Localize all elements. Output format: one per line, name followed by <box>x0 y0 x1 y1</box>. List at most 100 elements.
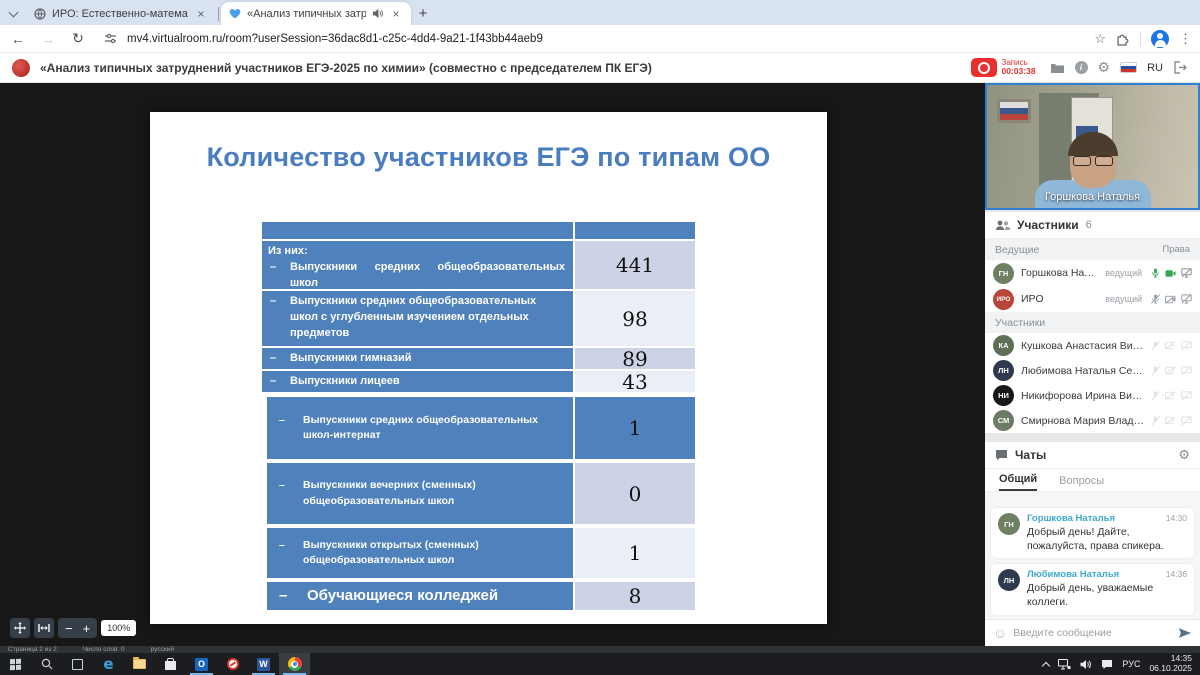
row-value: 1 <box>575 528 695 578</box>
camera-off-icon[interactable] <box>1165 366 1176 375</box>
network-icon[interactable] <box>1058 659 1071 670</box>
zoom-out-button[interactable]: − <box>65 621 73 636</box>
tab-search-button[interactable] <box>0 3 26 25</box>
pan-button[interactable] <box>10 618 30 638</box>
taskbar-search-button[interactable] <box>31 653 62 675</box>
chat-tab-general[interactable]: Общий <box>999 473 1037 491</box>
tune-icon <box>104 32 117 45</box>
rights-label[interactable]: Права <box>1162 244 1190 255</box>
camera-off-icon[interactable] <box>1165 416 1176 425</box>
taskbar-explorer[interactable] <box>124 653 155 675</box>
message-author: Горшкова Наталья <box>1027 513 1115 524</box>
taskbar: e O W РУС 14:35 06.10.2025 <box>0 653 1200 675</box>
tray-language[interactable]: РУС <box>1122 659 1140 669</box>
search-icon <box>41 658 53 670</box>
participant-name: Никифорова Ирина Викторовна <box>1021 390 1144 402</box>
row-label: Обучающиеся колледжей <box>307 585 498 607</box>
files-button[interactable] <box>1050 62 1065 74</box>
word-language: русский <box>151 646 174 653</box>
zoom-in-button[interactable]: + <box>83 621 91 636</box>
record-indicator[interactable]: Запись 00:03:38 <box>971 58 1036 77</box>
zoom-level[interactable]: 100% <box>101 620 136 636</box>
browser-menu-icon[interactable]: ⋮ <box>1179 31 1192 47</box>
mic-on-icon[interactable] <box>1151 268 1160 278</box>
start-button[interactable] <box>0 653 31 675</box>
send-icon[interactable] <box>1178 627 1192 639</box>
speaker-video-tile[interactable]: Горшкова Наталья <box>985 83 1200 210</box>
reload-button[interactable]: ↻ <box>68 30 88 47</box>
mic-off-icon[interactable] <box>1151 341 1160 351</box>
folder-icon <box>1050 62 1065 74</box>
moderator-row[interactable]: ИРО ИРО ведущий <box>985 286 1200 312</box>
participants-panel: Участники 6 Ведущие Права ГН Горшкова На… <box>985 212 1200 433</box>
taskbar-edge[interactable]: e <box>93 653 124 675</box>
chat-icon <box>995 449 1008 461</box>
exit-button[interactable] <box>1173 61 1188 74</box>
camera-off-icon[interactable] <box>1165 391 1176 400</box>
new-tab-button[interactable]: + <box>411 1 435 25</box>
taskbar-word[interactable]: W <box>248 653 279 675</box>
speaker-name-overlay: Горшкова Наталья <box>987 191 1198 203</box>
info-button[interactable]: i <box>1075 61 1088 74</box>
moderator-row[interactable]: ГН Горшкова Наталья Нико... ведущий <box>985 260 1200 286</box>
chat-input-bar: ☺ <box>985 619 1200 646</box>
close-icon[interactable]: × <box>194 7 208 21</box>
chat-tabs: Общий Вопросы <box>985 469 1200 492</box>
screen-share-off-icon[interactable] <box>1181 391 1192 401</box>
browser-tab-iro[interactable]: ИРО: Естественно-математичес × <box>26 2 216 25</box>
taskbar-store[interactable] <box>155 653 186 675</box>
fit-width-button[interactable] <box>34 618 54 638</box>
mic-off-icon[interactable] <box>1151 391 1160 401</box>
taskbar-outlook[interactable]: O <box>186 653 217 675</box>
avatar: ЛН <box>993 360 1014 381</box>
tray-clock[interactable]: 14:35 06.10.2025 <box>1149 654 1192 674</box>
mic-off-icon[interactable] <box>1151 294 1160 304</box>
screen-share-off-icon[interactable] <box>1181 416 1192 426</box>
tab-separator <box>218 7 219 21</box>
browser-tab-webinar[interactable]: «Анализ типичных затрудн × <box>221 2 411 25</box>
table-row: Из них: –Выпускники средних общеобразова… <box>262 241 695 289</box>
site-info-button[interactable] <box>104 32 117 45</box>
emoji-icon[interactable]: ☺ <box>993 625 1007 641</box>
screen-share-off-icon[interactable] <box>1181 341 1192 351</box>
url-field[interactable]: mv4.virtualroom.ru/room?userSession=36da… <box>127 33 1084 45</box>
screen-share-off-icon[interactable] <box>1181 268 1192 278</box>
mic-off-icon[interactable] <box>1151 416 1160 426</box>
participant-row[interactable]: СМ Смирнова Мария Владимировна <box>985 408 1200 433</box>
settings-button[interactable]: ⚙ <box>1098 59 1111 76</box>
chat-settings-icon[interactable]: ⚙ <box>1178 447 1190 463</box>
volume-icon[interactable] <box>1080 659 1092 670</box>
task-view-button[interactable] <box>62 653 93 675</box>
bookmark-star-icon[interactable]: ☆ <box>1094 31 1106 47</box>
taskbar-chrome[interactable] <box>279 653 310 675</box>
mic-off-icon[interactable] <box>1151 366 1160 376</box>
camera-on-icon[interactable] <box>1165 269 1176 278</box>
screen-share-off-icon[interactable] <box>1181 294 1192 304</box>
participant-row[interactable]: НИ Никифорова Ирина Викторовна <box>985 383 1200 408</box>
row-label: Выпускники лицеев <box>290 374 565 390</box>
screen-share-off-icon[interactable] <box>1181 366 1192 376</box>
iro-logo <box>12 59 30 77</box>
message-input[interactable] <box>1013 627 1172 639</box>
message-author: Любимова Наталья <box>1027 569 1119 580</box>
language-label[interactable]: RU <box>1147 62 1163 74</box>
extensions-icon[interactable] <box>1116 32 1130 46</box>
tray-expand-icon[interactable] <box>1042 661 1050 669</box>
participant-row[interactable]: ЛН Любимова Наталья Сергеевна <box>985 358 1200 383</box>
forward-button[interactable]: → <box>38 31 58 47</box>
table-row: –Выпускники лицеев 43 <box>262 371 695 392</box>
profile-avatar[interactable] <box>1151 30 1169 48</box>
participant-row[interactable]: КА Кушкова Анастасия Викторовна <box>985 333 1200 358</box>
avatar: КА <box>993 335 1014 356</box>
back-button[interactable]: ← <box>8 31 28 47</box>
close-icon[interactable]: × <box>389 7 403 21</box>
chat-tab-questions[interactable]: Вопросы <box>1059 475 1104 491</box>
tab-audio-icon[interactable] <box>372 8 383 19</box>
russian-flag-icon[interactable] <box>1120 62 1137 73</box>
notification-icon[interactable] <box>1101 659 1113 670</box>
taskbar-app-red[interactable] <box>217 653 248 675</box>
participant-name: Смирнова Мария Владимировна <box>1021 415 1144 427</box>
participants-title: Участники <box>1017 218 1079 232</box>
camera-off-icon[interactable] <box>1165 341 1176 350</box>
camera-off-icon[interactable] <box>1165 295 1176 304</box>
